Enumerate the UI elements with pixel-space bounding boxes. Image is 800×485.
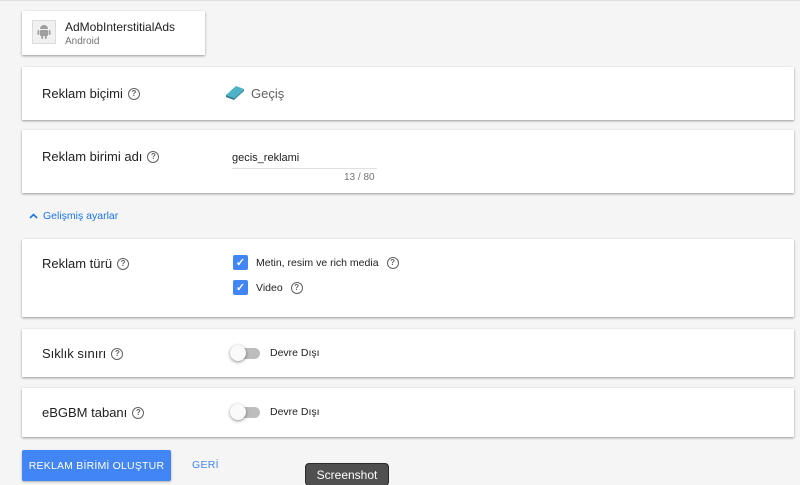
help-icon[interactable]: ? xyxy=(132,406,145,419)
chevron-up-icon xyxy=(29,213,38,219)
ad-format-label: Reklam biçimi xyxy=(42,86,123,101)
create-ad-unit-button[interactable]: REKLAM BİRİMİ OLUŞTUR xyxy=(22,450,171,481)
checkbox-checked[interactable]: ✓ xyxy=(233,280,248,295)
help-icon[interactable]: ? xyxy=(147,150,160,163)
ecpm-floor-row: eBGBM tabanı ? Devre Dışı xyxy=(22,388,794,437)
ad-format-value: Geçiş xyxy=(251,86,285,101)
frequency-cap-row: Sıklık sınırı ? Devre Dışı xyxy=(22,329,794,377)
ad-type-option-video[interactable]: ✓ Video ? xyxy=(233,280,303,295)
ad-format-row: Reklam biçimi ? Geçiş xyxy=(22,67,794,120)
frequency-cap-toggle-row: Devre Dışı xyxy=(230,345,320,361)
ad-type-option-label: Video xyxy=(256,281,283,294)
ad-unit-name-input[interactable] xyxy=(232,147,377,169)
advanced-settings-label: Gelişmiş ayarlar xyxy=(43,210,119,222)
ad-format-label-group: Reklam biçimi ? xyxy=(42,86,140,101)
help-icon[interactable]: ? xyxy=(111,347,124,360)
help-icon[interactable]: ? xyxy=(290,281,303,294)
help-icon[interactable]: ? xyxy=(117,257,130,270)
app-platform: Android xyxy=(65,36,100,47)
frequency-cap-label-group: Sıklık sınırı ? xyxy=(42,346,124,361)
ecpm-floor-toggle[interactable] xyxy=(230,404,262,420)
android-icon xyxy=(32,20,56,44)
ad-type-option-rich-media[interactable]: ✓ Metin, resim ve rich media ? xyxy=(233,255,399,270)
ad-unit-name-label: Reklam birimi adı xyxy=(42,149,143,164)
ad-type-label-group: Reklam türü ? xyxy=(42,256,130,271)
screenshot-tooltip: Screenshot xyxy=(305,463,389,485)
ad-unit-name-row: Reklam birimi adı ? 13 / 80 xyxy=(22,130,794,193)
help-icon[interactable]: ? xyxy=(127,87,140,100)
app-card: AdMobInterstitialAds Android xyxy=(22,11,205,55)
ecpm-floor-label: eBGBM tabanı xyxy=(42,405,128,420)
ad-type-label: Reklam türü xyxy=(42,256,113,271)
help-icon[interactable]: ? xyxy=(386,256,399,269)
interstitial-format-icon xyxy=(224,83,246,106)
char-counter: 13 / 80 xyxy=(344,172,375,183)
advanced-settings-toggle[interactable]: Gelişmiş ayarlar xyxy=(29,210,118,222)
ecpm-floor-label-group: eBGBM tabanı ? xyxy=(42,405,145,420)
ad-type-row: Reklam türü ? ✓ Metin, resim ve rich med… xyxy=(22,239,794,317)
frequency-cap-toggle[interactable] xyxy=(230,345,262,361)
app-name: AdMobInterstitialAds xyxy=(65,20,176,34)
ecpm-floor-state: Devre Dışı xyxy=(270,406,320,418)
ad-unit-name-label-group: Reklam birimi adı ? xyxy=(42,149,160,164)
frequency-cap-state: Devre Dışı xyxy=(270,347,320,359)
back-button[interactable]: GERİ xyxy=(192,459,219,471)
frequency-cap-label: Sıklık sınırı xyxy=(42,346,107,361)
ad-type-option-label: Metin, resim ve rich media xyxy=(256,256,379,269)
checkbox-checked[interactable]: ✓ xyxy=(233,255,248,270)
ecpm-floor-toggle-row: Devre Dışı xyxy=(230,404,320,420)
